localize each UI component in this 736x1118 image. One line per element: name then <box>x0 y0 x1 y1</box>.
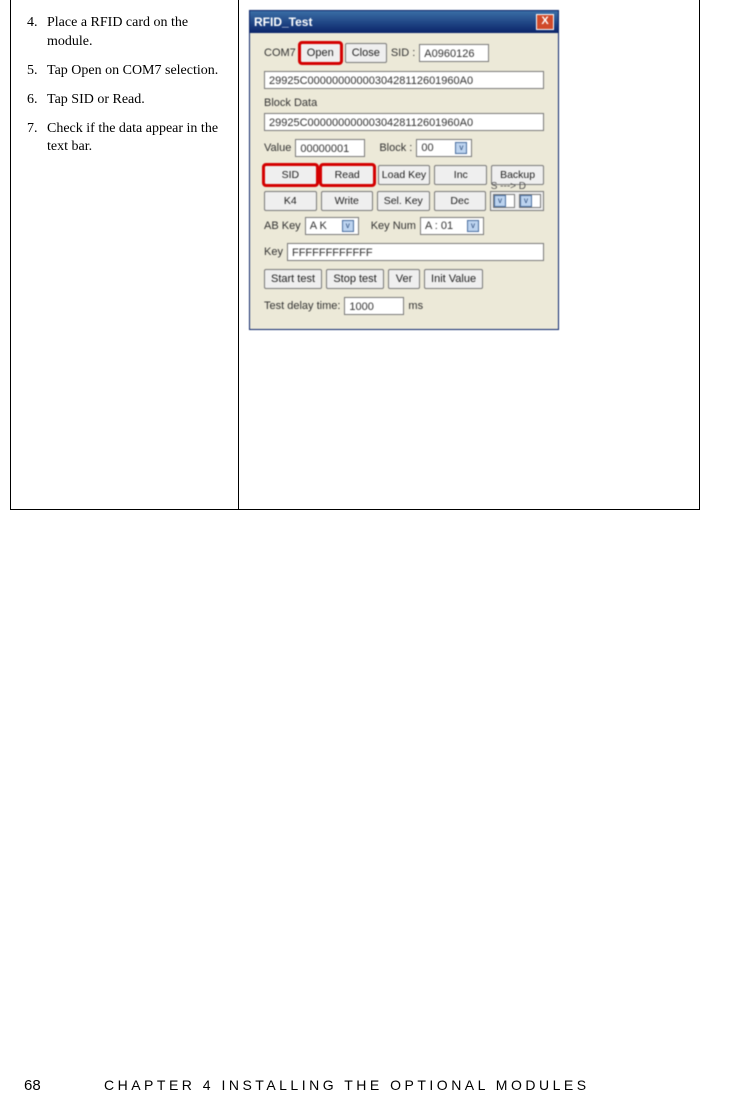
ver-button[interactable]: Ver <box>388 269 420 289</box>
block-data-label: Block Data <box>264 97 544 109</box>
key-label: Key <box>264 246 283 258</box>
list-item: 4. Place a RFID card on the module. <box>27 14 228 52</box>
screenshot-column: RFID_Test X COM7 Open Close SID : A09601… <box>239 0 699 509</box>
start-test-button[interactable]: Start test <box>264 269 322 289</box>
step-text: Tap Open on COM7 selection. <box>47 62 218 81</box>
data-row-1: 29925C0000000000030428112601960A0 <box>264 71 544 89</box>
delay-field[interactable]: 1000 <box>344 297 404 315</box>
data-field-1[interactable]: 29925C0000000000030428112601960A0 <box>264 71 544 89</box>
block-label: Block : <box>379 142 412 154</box>
step-number: 6. <box>27 91 47 110</box>
key-row: Key FFFFFFFFFFFF <box>264 243 544 261</box>
window-title: RFID_Test <box>254 15 312 29</box>
sid-button[interactable]: SID <box>264 165 317 185</box>
init-value-button[interactable]: Init Value <box>424 269 483 289</box>
inc-button[interactable]: Inc <box>434 165 487 185</box>
step-text: Place a RFID card on the module. <box>47 14 228 52</box>
step-number: 5. <box>27 62 47 81</box>
close-icon[interactable]: X <box>536 14 554 30</box>
value-label: Value <box>264 142 291 154</box>
sd-dest-select[interactable]: v <box>519 194 541 208</box>
page-footer: 68 CHAPTER 4 INSTALLING THE OPTIONAL MOD… <box>0 1077 736 1094</box>
test-buttons-row: Start test Stop test Ver Init Value <box>264 269 544 289</box>
stop-test-button[interactable]: Stop test <box>326 269 384 289</box>
sd-source-select[interactable]: v <box>493 194 515 208</box>
sd-label: S ---> D <box>491 181 526 192</box>
keynum-value: A : 01 <box>425 220 453 232</box>
chevron-down-icon: v <box>455 142 467 154</box>
sid-field[interactable]: A0960126 <box>419 44 489 62</box>
abkey-value: A K <box>310 220 327 232</box>
step-text: Check if the data appear in the text bar… <box>47 120 228 158</box>
k4-button[interactable]: K4 <box>264 191 317 211</box>
dec-button[interactable]: Dec <box>434 191 487 211</box>
chevron-down-icon: v <box>494 195 506 207</box>
com-label: COM7 <box>264 47 296 59</box>
sd-cell: v v <box>490 191 544 211</box>
key-field[interactable]: FFFFFFFFFFFF <box>287 243 544 261</box>
delay-row: Test delay time: 1000 ms <box>264 297 544 315</box>
selkey-button[interactable]: Sel. Key <box>377 191 430 211</box>
block-select[interactable]: 00 v <box>416 139 472 157</box>
list-item: 6. Tap SID or Read. <box>27 91 228 110</box>
keynum-select[interactable]: A : 01 v <box>420 217 484 235</box>
block-select-value: 00 <box>421 142 433 154</box>
window-titlebar[interactable]: RFID_Test X <box>250 11 558 33</box>
chevron-down-icon: v <box>342 220 354 232</box>
abkey-label: AB Key <box>264 220 301 232</box>
read-button[interactable]: Read <box>321 165 374 185</box>
ms-label: ms <box>408 300 423 312</box>
sid-label: SID : <box>391 47 415 59</box>
keynum-label: Key Num <box>371 220 416 232</box>
chapter-title: CHAPTER 4 INSTALLING THE OPTIONAL MODULE… <box>104 1077 590 1093</box>
rfid-test-window: RFID_Test X COM7 Open Close SID : A09601… <box>249 10 559 330</box>
data-row-2: 29925C0000000000030428112601960A0 <box>264 113 544 131</box>
open-button[interactable]: Open <box>300 43 341 63</box>
window-body: COM7 Open Close SID : A0960126 29925C000… <box>250 33 558 329</box>
abkey-row: AB Key A K v Key Num A : 01 v <box>264 217 544 235</box>
close-button[interactable]: Close <box>345 43 387 63</box>
loadkey-button[interactable]: Load Key <box>378 165 431 185</box>
chevron-down-icon: v <box>520 195 532 207</box>
step-text: Tap SID or Read. <box>47 91 145 110</box>
chevron-down-icon: v <box>467 220 479 232</box>
page-number: 68 <box>24 1077 104 1094</box>
list-item: 5. Tap Open on COM7 selection. <box>27 62 228 81</box>
list-item: 7. Check if the data appear in the text … <box>27 120 228 158</box>
instruction-list: 4. Place a RFID card on the module. 5. T… <box>27 14 228 157</box>
com-row: COM7 Open Close SID : A0960126 <box>264 43 544 63</box>
abkey-select[interactable]: A K v <box>305 217 359 235</box>
button-grid-2: S ---> D K4 Write Sel. Key Dec v v <box>264 191 544 211</box>
value-field[interactable]: 00000001 <box>295 139 365 157</box>
delay-label: Test delay time: <box>264 300 340 312</box>
data-field-2[interactable]: 29925C0000000000030428112601960A0 <box>264 113 544 131</box>
step-number: 4. <box>27 14 47 52</box>
content-frame: 4. Place a RFID card on the module. 5. T… <box>10 0 700 510</box>
write-button[interactable]: Write <box>321 191 374 211</box>
instructions-column: 4. Place a RFID card on the module. 5. T… <box>11 0 239 509</box>
value-row: Value 00000001 Block : 00 v <box>264 139 544 157</box>
step-number: 7. <box>27 120 47 158</box>
